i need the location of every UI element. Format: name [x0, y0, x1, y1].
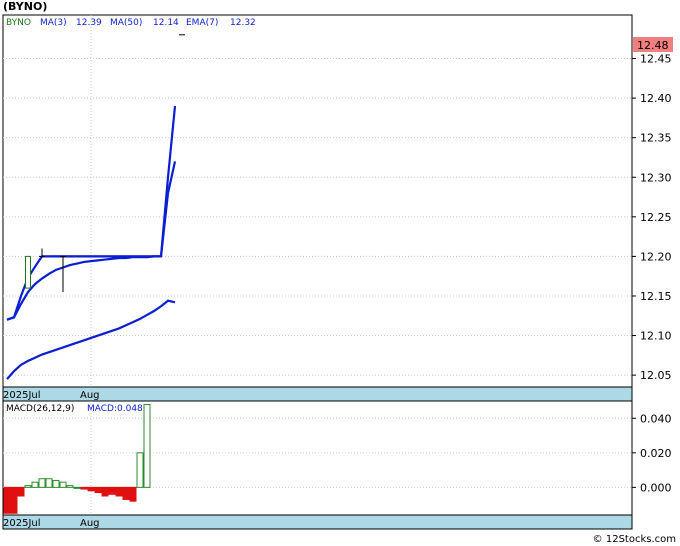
legend-ma3-label: MA(3)	[40, 18, 67, 28]
price-y-tick: 12.35	[640, 132, 672, 145]
candle-body	[25, 255, 31, 289]
macd-xlabel-aug: Aug	[80, 518, 100, 529]
macd-bar-positive	[143, 403, 151, 488]
last-price-label: 12.48	[637, 39, 669, 52]
macd-bar-negative	[3, 486, 11, 514]
price-xlabel-jul: 2025Jul	[3, 390, 41, 401]
price-y-tick: 12.40	[640, 92, 672, 105]
price-y-tick: 12.30	[640, 171, 672, 184]
legend-ma50-value: 12.14	[153, 18, 179, 28]
macd-bar-positive	[59, 481, 67, 488]
macd-bar-positive	[38, 478, 46, 488]
macd-bar-positive	[52, 479, 60, 488]
macd-bar-negative	[115, 486, 123, 497]
macd-bar-positive	[31, 481, 39, 488]
price-y-tick: 12.20	[640, 250, 672, 263]
macd-xlabel-jul: 2025Jul	[3, 518, 41, 529]
macd-bar-positive	[66, 485, 74, 488]
macd-bar-negative	[87, 486, 95, 492]
price-y-tick: 12.15	[640, 290, 672, 303]
price-xlabel-aug: Aug	[80, 390, 100, 401]
price-y-tick: 12.10	[640, 330, 672, 343]
footer-credit: © 12Stocks.com	[592, 534, 676, 545]
macd-bar-negative	[101, 486, 109, 497]
price-y-tick: 12.45	[640, 53, 672, 66]
macd-bar-negative	[17, 486, 25, 497]
axis-labels: 12.45 12.40 12.35 12.30 12.25 12.20 12.15 12.10…	[632, 53, 672, 494]
macd-bar-positive	[45, 478, 53, 488]
macd-y-tick: 0.000	[640, 481, 672, 494]
macd-y-tick: 0.040	[640, 412, 672, 425]
legend-ma50-label: MA(50)	[110, 18, 142, 28]
legend-ema7-label: EMA(7)	[186, 18, 218, 28]
macd-legend-title: MACD(26,12,9)	[6, 404, 74, 414]
price-panel-frame	[2, 14, 633, 388]
macd-bar-negative	[122, 486, 130, 500]
macd-bar-positive	[24, 485, 32, 488]
macd-bar-negative	[129, 486, 137, 502]
legend-symbol: BYNO	[6, 18, 31, 28]
macd-y-tick: 0.020	[640, 447, 672, 460]
macd-bar-negative	[94, 486, 102, 494]
macd-bar-negative	[80, 486, 88, 490]
price-y-tick: 12.05	[640, 369, 672, 382]
macd-bar-negative	[10, 486, 18, 514]
stock-chart: 12.45 12.40 12.35 12.30 12.25 12.20 12.15 12.10…	[2, 14, 673, 530]
legend-ma3-value: 12.39	[76, 18, 102, 28]
macd-legend-value: MACD:0.048	[87, 404, 143, 414]
price-y-tick: 12.25	[640, 211, 672, 224]
legend-ema7-value: 12.32	[230, 18, 256, 28]
macd-bar-positive	[73, 486, 81, 489]
macd-bar-negative	[108, 486, 116, 495]
macd-bar-positive	[136, 452, 144, 488]
